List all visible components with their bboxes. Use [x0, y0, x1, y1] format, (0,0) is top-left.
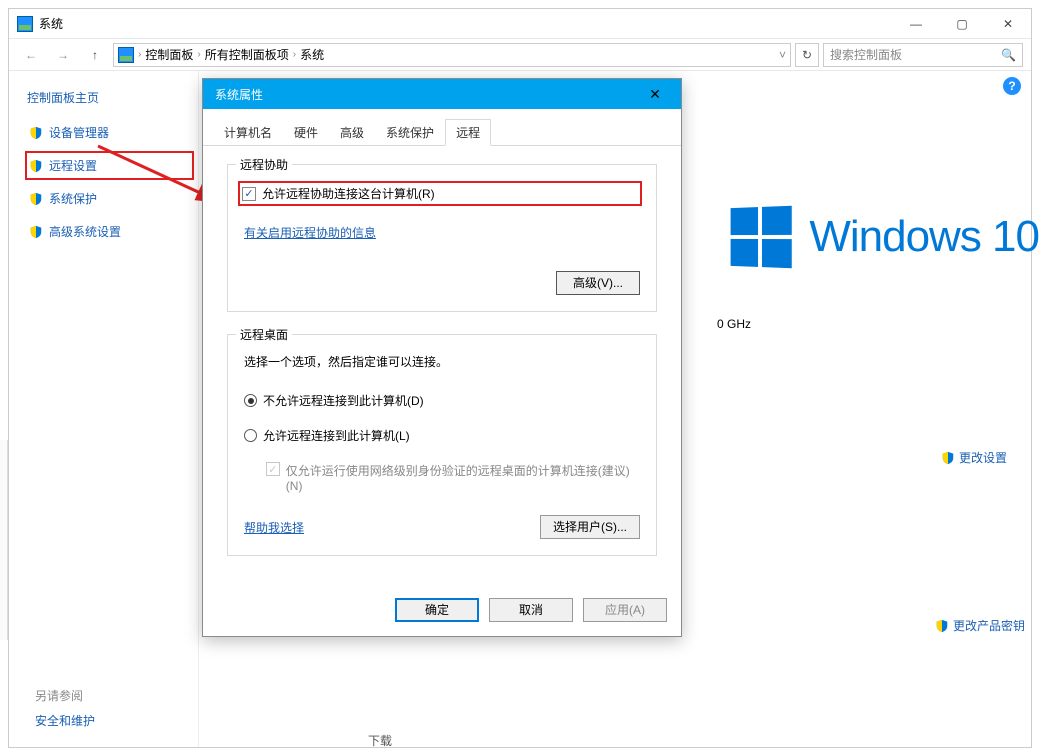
dialog-buttons: 确定 取消 应用(A)	[203, 598, 681, 636]
dialog-tabs: 计算机名 硬件 高级 系统保护 远程	[203, 113, 681, 146]
maximize-button[interactable]: ▢	[939, 9, 985, 39]
windows-logo-icon	[731, 206, 792, 268]
checkbox-icon: ✓	[266, 462, 280, 476]
rd-intro-text: 选择一个选项，然后指定谁可以连接。	[244, 353, 640, 370]
rd-nla-checkbox: ✓ 仅允许运行使用网络级别身份验证的远程桌面的计算机连接(建议)(N)	[266, 462, 640, 493]
rd-radio-allow[interactable]: 允许远程连接到此计算机(L)	[244, 427, 640, 444]
help-icon[interactable]: ?	[1003, 77, 1021, 95]
crumb-sep-icon: ›	[293, 49, 296, 60]
crumb-sep-icon: ›	[197, 49, 200, 60]
shield-icon	[29, 159, 43, 173]
shield-icon	[935, 619, 949, 633]
shield-icon	[29, 225, 43, 239]
rd-subchk-label: 仅允许运行使用网络级别身份验证的远程桌面的计算机连接(建议)(N)	[286, 462, 640, 493]
address-icon	[118, 47, 134, 63]
rd-radio-deny[interactable]: 不允许远程连接到此计算机(D)	[244, 392, 640, 409]
tab-remote[interactable]: 远程	[445, 119, 491, 146]
refresh-button[interactable]: ↻	[795, 43, 819, 67]
window-title: 系统	[39, 15, 63, 32]
search-icon: 🔍	[1001, 48, 1016, 62]
window-buttons: — ▢ ✕	[893, 9, 1031, 39]
sidebar-item-label: 高级系统设置	[49, 223, 121, 240]
titlebar: 系统 — ▢ ✕	[9, 9, 1031, 39]
close-button[interactable]: ✕	[985, 9, 1031, 39]
breadcrumb[interactable]: 系统	[300, 46, 324, 63]
rd-group-title: 远程桌面	[236, 326, 292, 343]
checkbox-icon: ✓	[242, 187, 256, 201]
processor-speed: 0 GHz	[717, 317, 751, 331]
tab-hardware[interactable]: 硬件	[283, 119, 329, 146]
sidebar-item-remote-settings[interactable]: 远程设置	[27, 153, 192, 178]
sidebar-item-label: 远程设置	[49, 157, 97, 174]
crumb-sep-icon: ›	[138, 49, 141, 60]
breadcrumb[interactable]: 所有控制面板项	[205, 46, 289, 63]
ra-group-title: 远程协助	[236, 156, 292, 173]
sidebar-item-device-manager[interactable]: 设备管理器	[27, 120, 192, 145]
sidebar-item-label: 系统保护	[49, 190, 97, 207]
radio-icon	[244, 429, 257, 442]
address-dropdown[interactable]: ˅	[779, 48, 786, 62]
sidebar-item-advanced-settings[interactable]: 高级系统设置	[27, 219, 192, 244]
left-edge-strip	[0, 440, 8, 640]
apply-button[interactable]: 应用(A)	[583, 598, 667, 622]
ra-info-link[interactable]: 有关启用远程协助的信息	[244, 226, 376, 240]
rd-radio1-label: 不允许远程连接到此计算机(D)	[263, 392, 424, 409]
breadcrumb[interactable]: 控制面板	[145, 46, 193, 63]
search-input[interactable]: 搜索控制面板 🔍	[823, 43, 1023, 67]
search-placeholder: 搜索控制面板	[830, 46, 902, 63]
ra-checkbox-label: 允许远程协助连接这台计算机(R)	[262, 185, 435, 202]
tab-system-protection[interactable]: 系统保护	[375, 119, 445, 146]
system-properties-dialog: 系统属性 ✕ 计算机名 硬件 高级 系统保护 远程 远程协助 ✓ 允许远程协助连…	[202, 78, 682, 637]
sidebar-heading[interactable]: 控制面板主页	[27, 89, 192, 106]
change-key-label: 更改产品密钥	[953, 617, 1025, 634]
radio-icon	[244, 394, 257, 407]
nav-back[interactable]: ←	[17, 42, 45, 68]
rd-radio2-label: 允许远程连接到此计算机(L)	[263, 427, 410, 444]
allow-remote-assistance-checkbox[interactable]: ✓ 允许远程协助连接这台计算机(R)	[240, 183, 640, 204]
windows10-text: Windows 10	[809, 212, 1039, 262]
see-also-label: 另请参阅	[35, 687, 95, 704]
cancel-button[interactable]: 取消	[489, 598, 573, 622]
dialog-content: 远程协助 ✓ 允许远程协助连接这台计算机(R) 有关启用远程协助的信息 高级(V…	[203, 146, 681, 598]
dialog-titlebar[interactable]: 系统属性 ✕	[203, 79, 681, 109]
sidebar-footer: 另请参阅 安全和维护	[35, 687, 95, 729]
sidebar-item-label: 设备管理器	[49, 124, 109, 141]
taskbar-download: 下载	[368, 732, 392, 749]
security-maintenance-link[interactable]: 安全和维护	[35, 712, 95, 729]
system-icon	[17, 16, 33, 32]
change-settings-link[interactable]: 更改设置	[941, 449, 1007, 466]
shield-icon	[29, 192, 43, 206]
tab-computer-name[interactable]: 计算机名	[213, 119, 283, 146]
sidebar: 控制面板主页 设备管理器 远程设置 系统保护 高级系统设置 另请参阅 安全和维护	[9, 71, 199, 747]
dialog-title: 系统属性	[215, 86, 263, 103]
ra-advanced-button[interactable]: 高级(V)...	[556, 271, 640, 295]
ok-button[interactable]: 确定	[395, 598, 479, 622]
change-product-key-link[interactable]: 更改产品密钥	[935, 617, 1025, 634]
windows10-logo: Windows 10	[729, 207, 1039, 267]
sidebar-item-system-protection[interactable]: 系统保护	[27, 186, 192, 211]
tab-advanced[interactable]: 高级	[329, 119, 375, 146]
remote-assistance-group: 远程协助 ✓ 允许远程协助连接这台计算机(R) 有关启用远程协助的信息 高级(V…	[227, 164, 657, 312]
address-bar[interactable]: › 控制面板 › 所有控制面板项 › 系统 ˅	[113, 43, 791, 67]
remote-desktop-group: 远程桌面 选择一个选项，然后指定谁可以连接。 不允许远程连接到此计算机(D) 允…	[227, 334, 657, 556]
select-users-button[interactable]: 选择用户(S)...	[540, 515, 640, 539]
nav-forward[interactable]: →	[49, 42, 77, 68]
shield-icon	[941, 451, 955, 465]
minimize-button[interactable]: —	[893, 9, 939, 39]
rd-help-link[interactable]: 帮助我选择	[244, 519, 304, 536]
dialog-close-button[interactable]: ✕	[641, 82, 669, 106]
shield-icon	[29, 126, 43, 140]
nav-up[interactable]: ↑	[81, 42, 109, 68]
navbar: ← → ↑ › 控制面板 › 所有控制面板项 › 系统 ˅ ↻ 搜索控制面板 🔍	[9, 39, 1031, 71]
change-settings-label: 更改设置	[959, 449, 1007, 466]
